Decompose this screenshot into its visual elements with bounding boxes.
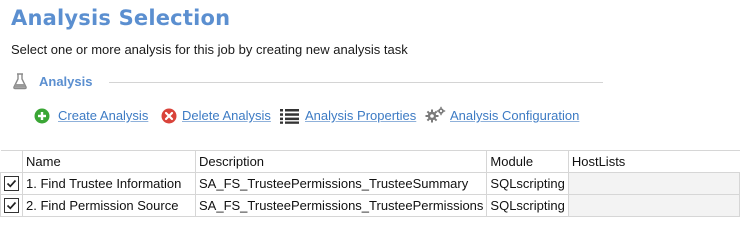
add-circle-icon [34,108,50,124]
cell-hostlists[interactable] [567,172,741,195]
cell-description[interactable]: SA_FS_TrusteePermissions_TrusteeSummary [194,172,488,195]
create-analysis-label[interactable]: Create Analysis [58,108,148,123]
row-checkbox[interactable] [4,197,19,213]
checkmark-icon [6,179,17,188]
column-header-name[interactable]: Name [22,150,196,173]
flask-icon [11,72,29,90]
table-header-row: Name Description Module HostLists [0,150,740,173]
checkmark-icon [6,201,17,210]
gears-icon [425,106,446,123]
cell-module[interactable]: SQLscripting [486,172,569,195]
analysis-properties-button[interactable]: Analysis Properties [280,106,420,126]
row-checkbox-cell[interactable] [0,194,23,217]
delete-analysis-button[interactable]: Delete Analysis [161,106,276,126]
page-subtitle: Select one or more analysis for this job… [11,42,408,57]
cell-name[interactable]: 2. Find Permission Source [22,194,196,217]
column-header-hostlists[interactable]: HostLists [567,150,740,173]
analysis-configuration-label[interactable]: Analysis Configuration [450,108,579,123]
section-divider [109,82,603,83]
column-header-module[interactable]: Module [486,150,569,173]
create-analysis-button[interactable]: Create Analysis [34,106,154,126]
analysis-configuration-button[interactable]: Analysis Configuration [425,106,585,126]
cell-name[interactable]: 1. Find Trustee Information [22,172,196,195]
analysis-section-header: Analysis [11,70,603,92]
analysis-table: Name Description Module HostLists 1. Fin… [0,150,741,217]
table-row[interactable]: 2. Find Permission Source SA_FS_TrusteeP… [0,194,741,217]
section-label: Analysis [39,74,93,89]
cell-hostlists[interactable] [567,194,741,217]
page-title: Analysis Selection [11,6,231,30]
delete-analysis-label[interactable]: Delete Analysis [182,108,271,123]
column-header-description[interactable]: Description [194,150,488,173]
table-row[interactable]: 1. Find Trustee Information SA_FS_Truste… [0,172,741,195]
cell-module[interactable]: SQLscripting [486,194,569,217]
cell-description[interactable]: SA_FS_TrusteePermissions_TrusteePermissi… [194,194,488,217]
row-checkbox[interactable] [4,175,19,191]
delete-circle-icon [161,108,177,124]
list-icon [280,109,299,124]
analysis-properties-label[interactable]: Analysis Properties [305,108,416,123]
row-checkbox-cell[interactable] [0,172,23,195]
column-header-select [0,150,23,173]
